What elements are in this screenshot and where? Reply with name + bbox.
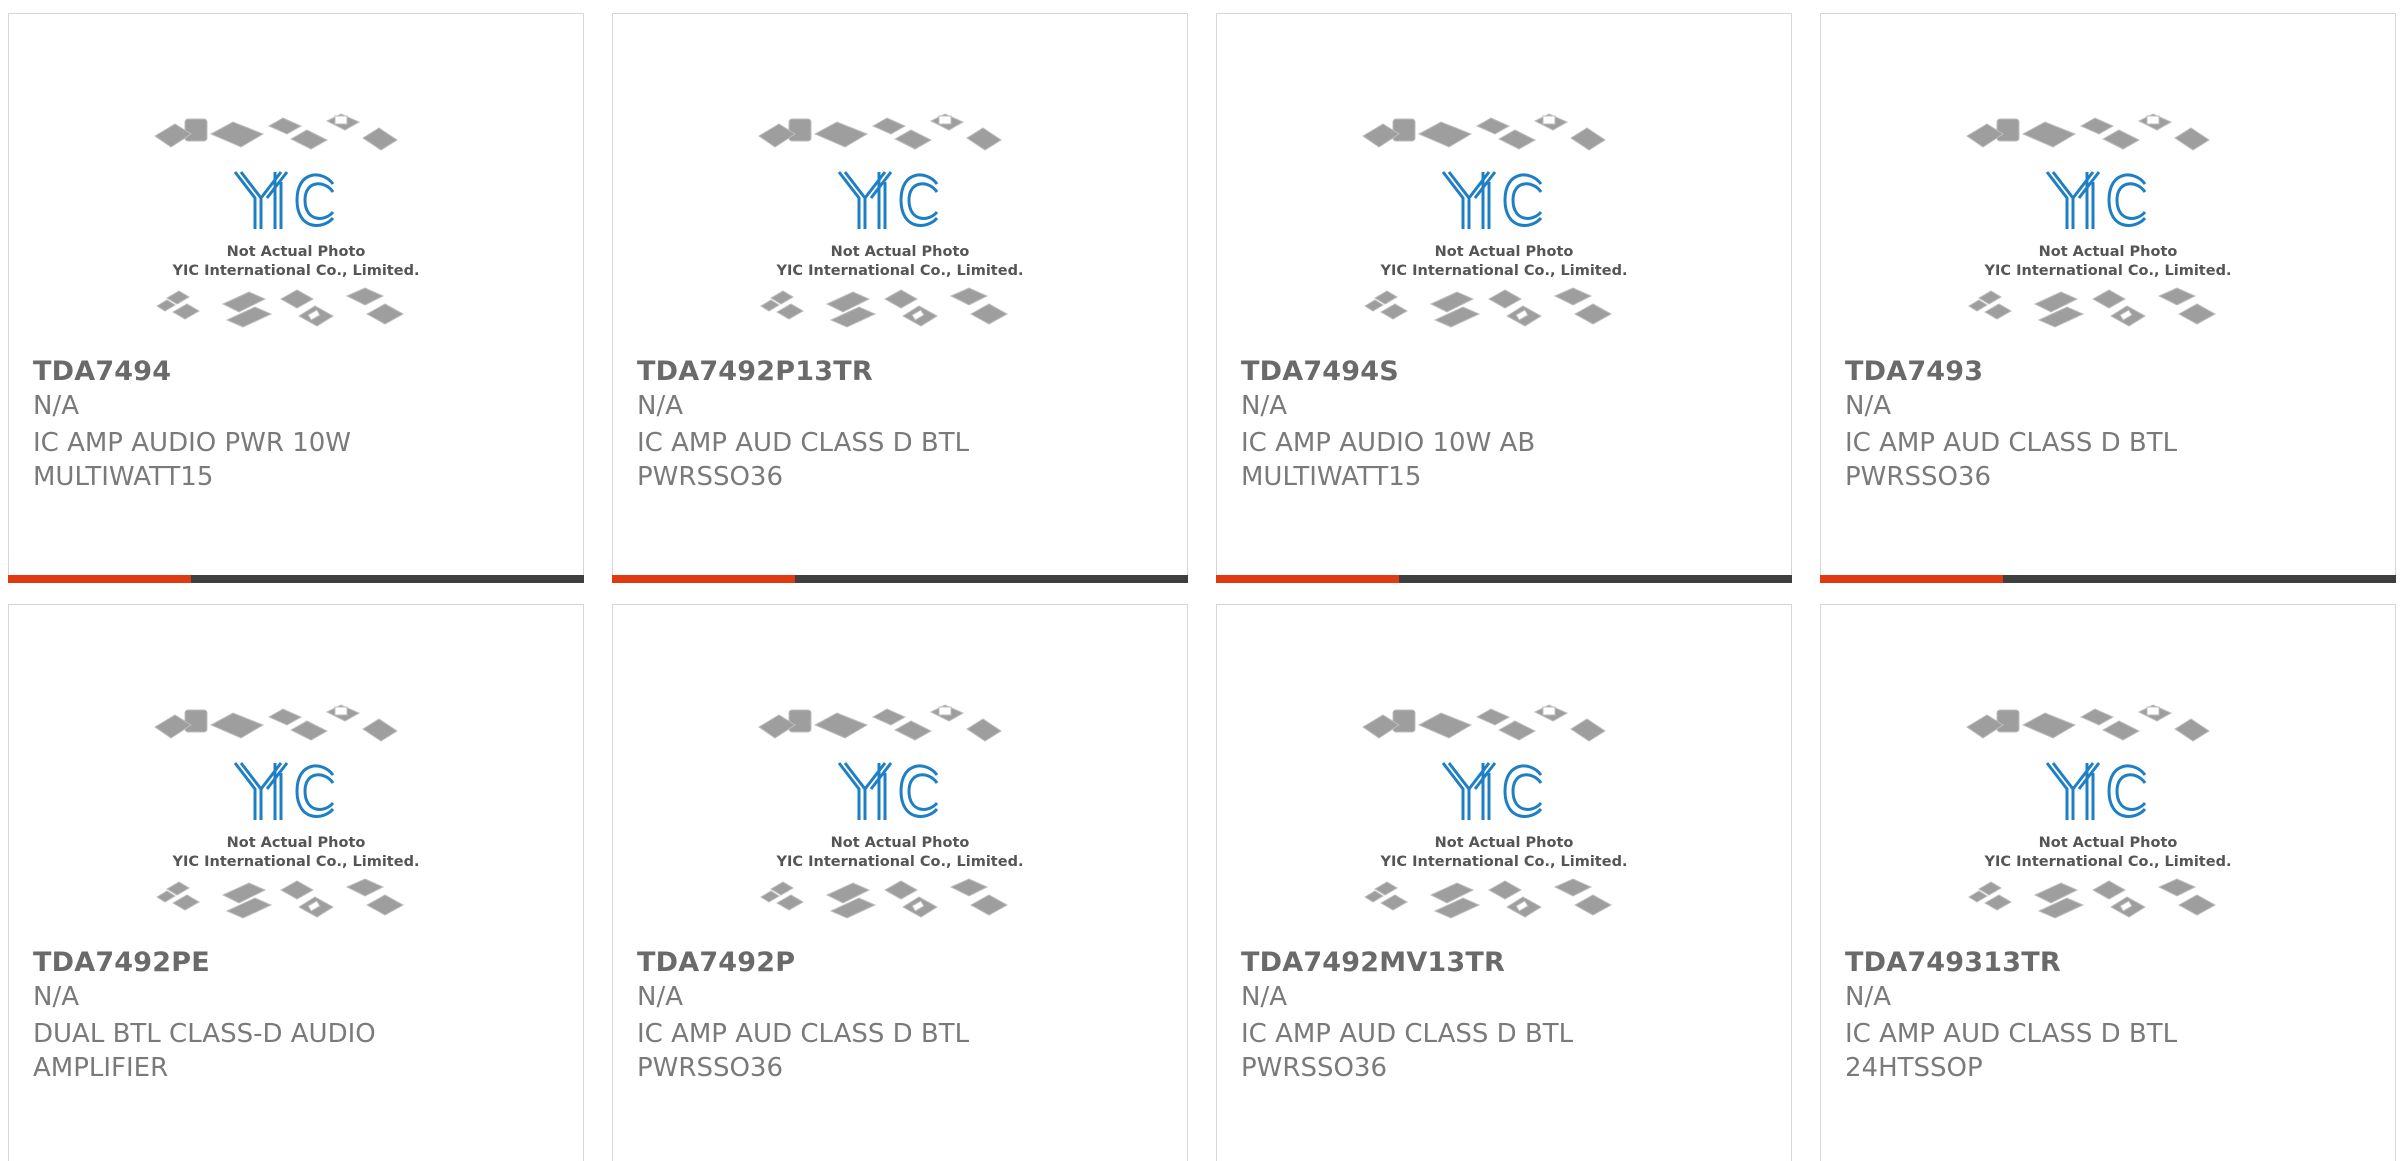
- product-image[interactable]: Not Actual Photo YIC International Co., …: [1821, 605, 2395, 955]
- svg-text:YIC International Co., Limited: YIC International Co., Limited.: [1984, 854, 2232, 870]
- description-line-2: PWRSSO36: [1845, 462, 1992, 492]
- product-image[interactable]: Not Actual Photo YIC International Co., …: [1217, 14, 1791, 364]
- product-card-2[interactable]: Not Actual Photo YIC International Co., …: [1216, 13, 1792, 583]
- product-card-4[interactable]: Not Actual Photo YIC International Co., …: [8, 604, 584, 1161]
- svg-text:Not Actual Photo: Not Actual Photo: [1435, 835, 1574, 851]
- description-line-1: IC AMP AUD CLASS D BTL: [1241, 1019, 1574, 1049]
- svg-text:Not Actual Photo: Not Actual Photo: [227, 244, 366, 260]
- chip-packages-placeholder-icon: Not Actual Photo YIC International Co., …: [154, 113, 420, 328]
- chip-packages-placeholder-icon: Not Actual Photo YIC International Co., …: [1362, 113, 1628, 328]
- manufacturer: N/A: [1845, 982, 1891, 1012]
- product-card-7[interactable]: Not Actual Photo YIC International Co., …: [1820, 604, 2396, 1161]
- description: IC AMP AUDIO 10W AB MULTIWATT15: [1241, 426, 1621, 494]
- product-image[interactable]: Not Actual Photo YIC International Co., …: [1217, 605, 1791, 955]
- card-accent-bar: [1216, 575, 1399, 583]
- description: IC AMP AUD CLASS D BTL PWRSSO36: [637, 426, 1017, 494]
- description: IC AMP AUD CLASS D BTL 24HTSSOP: [1845, 1017, 2225, 1085]
- product-card-1[interactable]: Not Actual Photo YIC International Co., …: [612, 13, 1188, 583]
- svg-text:Not Actual Photo: Not Actual Photo: [831, 244, 970, 260]
- card-bottom-bar: [612, 575, 1188, 583]
- card-bottom-bar: [1216, 575, 1792, 583]
- product-card-3[interactable]: Not Actual Photo YIC International Co., …: [1820, 13, 2396, 583]
- part-number[interactable]: TDA7492P: [637, 947, 795, 978]
- svg-text:YIC International Co., Limited: YIC International Co., Limited.: [1380, 854, 1628, 870]
- chip-packages-placeholder-icon: Not Actual Photo YIC International Co., …: [1966, 113, 2232, 328]
- chip-packages-placeholder-icon: Not Actual Photo YIC International Co., …: [758, 113, 1024, 328]
- part-number[interactable]: TDA749313TR: [1845, 947, 2061, 978]
- svg-text:Not Actual Photo: Not Actual Photo: [1435, 244, 1574, 260]
- chip-packages-placeholder-icon: Not Actual Photo YIC International Co., …: [1362, 704, 1628, 919]
- description-line-1: IC AMP AUDIO 10W AB: [1241, 428, 1536, 458]
- product-card-6[interactable]: Not Actual Photo YIC International Co., …: [1216, 604, 1792, 1161]
- part-number[interactable]: TDA7492P13TR: [637, 356, 873, 387]
- svg-text:YIC International Co., Limited: YIC International Co., Limited.: [1380, 263, 1628, 279]
- manufacturer: N/A: [33, 391, 79, 421]
- description-line-2: PWRSSO36: [637, 1053, 784, 1083]
- manufacturer: N/A: [33, 982, 79, 1012]
- svg-text:YIC International Co., Limited: YIC International Co., Limited.: [172, 263, 420, 279]
- product-image[interactable]: Not Actual Photo YIC International Co., …: [613, 14, 1187, 364]
- description: IC AMP AUD CLASS D BTL PWRSSO36: [637, 1017, 1017, 1085]
- svg-text:Not Actual Photo: Not Actual Photo: [831, 835, 970, 851]
- product-image[interactable]: Not Actual Photo YIC International Co., …: [613, 605, 1187, 955]
- chip-packages-placeholder-icon: Not Actual Photo YIC International Co., …: [154, 704, 420, 919]
- svg-text:YIC International Co., Limited: YIC International Co., Limited.: [776, 263, 1024, 279]
- svg-text:Not Actual Photo: Not Actual Photo: [2039, 244, 2178, 260]
- svg-text:YIC International Co., Limited: YIC International Co., Limited.: [1984, 263, 2232, 279]
- part-number[interactable]: TDA7492PE: [33, 947, 210, 978]
- description-line-1: IC AMP AUD CLASS D BTL: [637, 428, 970, 458]
- manufacturer: N/A: [1241, 391, 1287, 421]
- description-line-1: IC AMP AUD CLASS D BTL: [1845, 1019, 2178, 1049]
- description-line-2: PWRSSO36: [637, 462, 784, 492]
- part-number[interactable]: TDA7493: [1845, 356, 1983, 387]
- description-line-2: AMPLIFIER: [33, 1053, 169, 1083]
- svg-text:YIC International Co., Limited: YIC International Co., Limited.: [172, 854, 420, 870]
- card-bottom-bar: [1820, 575, 2396, 583]
- part-number[interactable]: TDA7494: [33, 356, 171, 387]
- svg-text:YIC International Co., Limited: YIC International Co., Limited.: [776, 854, 1024, 870]
- manufacturer: N/A: [637, 982, 683, 1012]
- description-line-2: 24HTSSOP: [1845, 1053, 1983, 1083]
- manufacturer: N/A: [1845, 391, 1891, 421]
- product-card-0[interactable]: Not Actual Photo YIC International Co., …: [8, 13, 584, 583]
- svg-text:Not Actual Photo: Not Actual Photo: [227, 835, 366, 851]
- description-line-2: MULTIWATT15: [33, 462, 214, 492]
- manufacturer: N/A: [637, 391, 683, 421]
- description-line-1: IC AMP AUDIO PWR 10W: [33, 428, 351, 458]
- description: IC AMP AUD CLASS D BTL PWRSSO36: [1845, 426, 2225, 494]
- description-line-2: MULTIWATT15: [1241, 462, 1422, 492]
- description-line-1: DUAL BTL CLASS-D AUDIO: [33, 1019, 376, 1049]
- chip-packages-placeholder-icon: Not Actual Photo YIC International Co., …: [758, 704, 1024, 919]
- card-bottom-bar: [8, 575, 584, 583]
- product-image[interactable]: Not Actual Photo YIC International Co., …: [9, 605, 583, 955]
- product-image[interactable]: Not Actual Photo YIC International Co., …: [9, 14, 583, 364]
- card-accent-bar: [1820, 575, 2003, 583]
- part-number[interactable]: TDA7494S: [1241, 356, 1399, 387]
- description-line-1: IC AMP AUD CLASS D BTL: [1845, 428, 2178, 458]
- description: DUAL BTL CLASS-D AUDIO AMPLIFIER: [33, 1017, 413, 1085]
- description: IC AMP AUDIO PWR 10W MULTIWATT15: [33, 426, 413, 494]
- description-line-2: PWRSSO36: [1241, 1053, 1388, 1083]
- manufacturer: N/A: [1241, 982, 1287, 1012]
- card-accent-bar: [612, 575, 795, 583]
- description-line-1: IC AMP AUD CLASS D BTL: [637, 1019, 970, 1049]
- product-image[interactable]: Not Actual Photo YIC International Co., …: [1821, 14, 2395, 364]
- product-grid: Not Actual Photo YIC International Co., …: [0, 0, 2400, 1161]
- description: IC AMP AUD CLASS D BTL PWRSSO36: [1241, 1017, 1621, 1085]
- chip-packages-placeholder-icon: Not Actual Photo YIC International Co., …: [1966, 704, 2232, 919]
- card-accent-bar: [8, 575, 191, 583]
- product-card-5[interactable]: Not Actual Photo YIC International Co., …: [612, 604, 1188, 1161]
- part-number[interactable]: TDA7492MV13TR: [1241, 947, 1505, 978]
- svg-text:Not Actual Photo: Not Actual Photo: [2039, 835, 2178, 851]
